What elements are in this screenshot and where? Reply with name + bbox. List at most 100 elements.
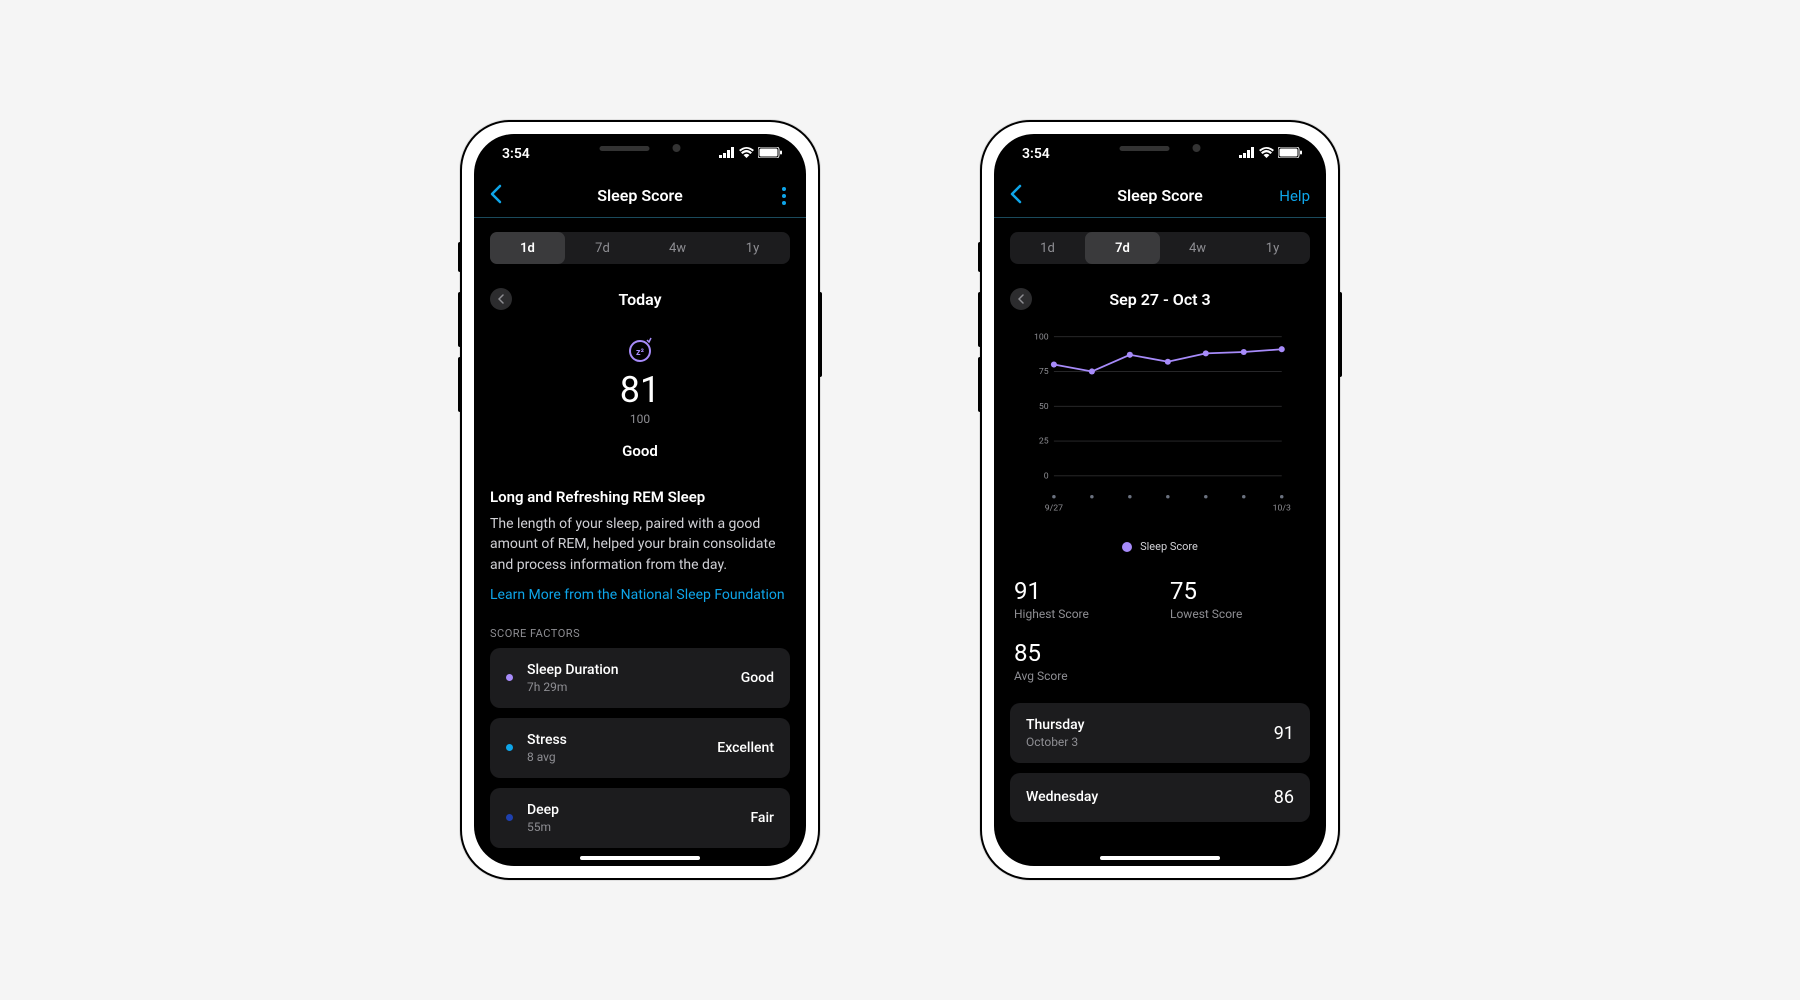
status-indicators [1239,146,1302,162]
period-row: Today [490,288,790,310]
day-score: 86 [1274,787,1294,808]
status-indicators [719,146,782,162]
stat-lowest: 75 Lowest Score [1170,577,1306,621]
battery-icon [758,146,782,162]
insight-link[interactable]: Learn More from the National Sleep Found… [490,587,790,603]
more-menu-button[interactable] [778,183,790,209]
content: 1d 7d 4w 1y Today z² 81 100 Good Long [474,218,806,866]
factor-sub: 8 avg [527,750,703,764]
home-indicator[interactable] [580,856,700,860]
back-button[interactable] [490,182,502,210]
battery-icon [1278,146,1302,162]
side-button [458,357,462,412]
day-info: Wednesday [1026,789,1098,807]
time-range-segment: 1d 7d 4w 1y [1010,232,1310,264]
factor-info: Deep 55m [527,802,736,834]
period-row: Sep 27 - Oct 3 [1010,288,1310,310]
legend-dot-icon [1122,542,1132,552]
stat-value: 75 [1170,577,1306,605]
side-button [978,357,982,412]
factor-dot-icon [506,744,513,751]
segment-1y[interactable]: 1y [1235,232,1310,264]
stats-grid: 91 Highest Score 75 Lowest Score 85 Avg … [1010,577,1310,683]
notch [1078,134,1243,162]
factor-info: Sleep Duration 7h 29m [527,662,727,694]
insight-block: Long and Refreshing REM Sleep The length… [490,488,790,603]
side-button [978,292,982,347]
factors-header: SCORE FACTORS [490,627,790,640]
svg-text:50: 50 [1039,402,1049,412]
svg-text:10/3: 10/3 [1273,504,1291,514]
day-list: Thursday October 3 91 Wednesday 86 [1010,703,1310,822]
stat-value: 91 [1014,577,1150,605]
insight-text: The length of your sleep, paired with a … [490,514,790,575]
wifi-icon [739,146,754,162]
side-button [818,292,822,377]
prev-period-button[interactable] [1010,288,1032,310]
back-button[interactable] [1010,182,1022,210]
segment-label: 1y [746,241,759,256]
segment-7d[interactable]: 7d [1085,232,1160,264]
svg-text:75: 75 [1039,367,1049,377]
day-name: Wednesday [1026,789,1098,805]
stat-label: Lowest Score [1170,607,1306,621]
segment-1y[interactable]: 1y [715,232,790,264]
score-block: z² 81 100 Good [490,334,790,460]
content: 1d 7d 4w 1y Sep 27 - Oct 3 0 25 50 75 100 9/2… [994,218,1326,866]
speaker-icon [1120,146,1170,151]
factor-rating: Fair [750,810,774,826]
stat-avg: 85 Avg Score [1014,639,1150,683]
factor-name: Deep [527,802,736,818]
help-button[interactable]: Help [1279,187,1310,205]
side-button [1338,292,1342,377]
screen: 3:54 Sleep Score Help 1d [994,134,1326,866]
segment-1d[interactable]: 1d [490,232,565,264]
factor-name: Sleep Duration [527,662,727,678]
day-score: 91 [1274,723,1294,744]
factor-sleep-duration[interactable]: Sleep Duration 7h 29m Good [490,648,790,708]
segment-7d[interactable]: 7d [565,232,640,264]
segment-1d[interactable]: 1d [1010,232,1085,264]
phone-right: 3:54 Sleep Score Help 1d [980,120,1340,880]
factor-sub: 55m [527,820,736,834]
camera-icon [1193,144,1201,152]
factor-stress[interactable]: Stress 8 avg Excellent [490,718,790,778]
nav-bar: Sleep Score Help [994,174,1326,218]
day-row[interactable]: Wednesday 86 [1010,773,1310,822]
segment-label: 1y [1266,241,1279,256]
legend-label: Sleep Score [1140,540,1198,553]
factor-deep[interactable]: Deep 55m Fair [490,788,790,848]
page-title: Sleep Score [597,186,683,205]
sleep-icon: z² [625,334,655,364]
stat-label: Avg Score [1014,669,1150,683]
prev-period-button[interactable] [490,288,512,310]
svg-text:9/27: 9/27 [1045,504,1063,514]
svg-text:25: 25 [1039,437,1049,447]
segment-4w[interactable]: 4w [1160,232,1235,264]
home-indicator[interactable] [1100,856,1220,860]
segment-label: 1d [1040,241,1055,256]
segment-label: 7d [1115,241,1130,256]
svg-text:0: 0 [1044,471,1049,481]
period-title: Today [618,290,661,309]
score-max: 100 [490,412,790,426]
camera-icon [673,144,681,152]
svg-text:100: 100 [1034,332,1049,342]
day-row[interactable]: Thursday October 3 91 [1010,703,1310,763]
svg-text:z²: z² [636,348,645,358]
factor-sub: 7h 29m [527,680,727,694]
notch [558,134,723,162]
status-time: 3:54 [502,146,530,162]
chart-svg: 0 25 50 75 100 9/27 10/3 [1010,328,1310,528]
factor-info: Stress 8 avg [527,732,703,764]
factor-name: Stress [527,732,703,748]
sleep-score-chart[interactable]: 0 25 50 75 100 9/27 10/3 [1010,328,1310,532]
stat-highest: 91 Highest Score [1014,577,1150,621]
nav-bar: Sleep Score [474,174,806,218]
day-info: Thursday October 3 [1026,717,1084,749]
factor-dot-icon [506,814,513,821]
segment-4w[interactable]: 4w [640,232,715,264]
segment-label: 4w [1189,241,1206,256]
segment-label: 7d [595,241,610,256]
factor-rating: Good [741,670,774,686]
